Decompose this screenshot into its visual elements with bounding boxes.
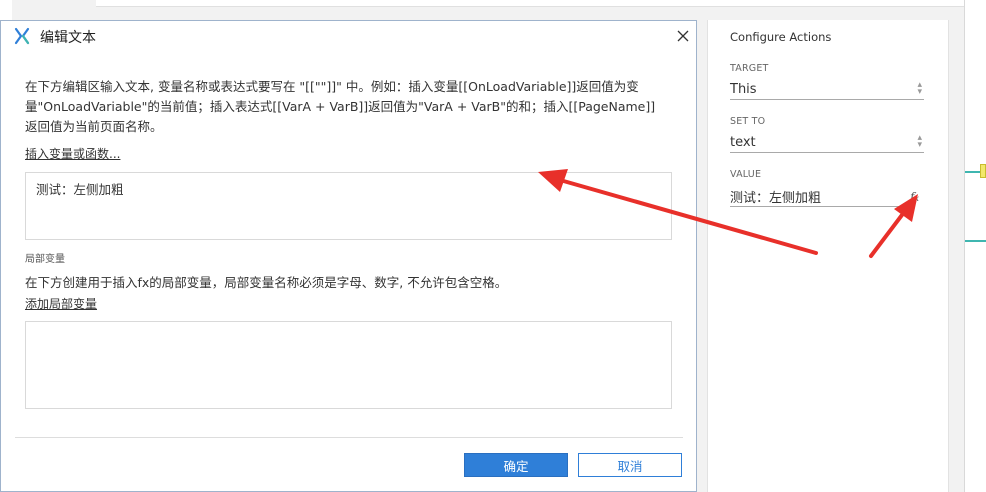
panel-title: Configure Actions [730,30,832,44]
set-to-label: SET TO [730,116,766,127]
updown-arrows-icon: ▴ ▾ [917,80,922,97]
value-field[interactable]: 测试：左侧加粗 [730,186,908,207]
background-top-strip [96,0,966,7]
cancel-button[interactable]: 取消 [578,453,682,477]
set-to-select[interactable]: text ▴ ▾ [730,132,924,153]
canvas-connector-line [965,240,986,242]
updown-arrows-icon: ▴ ▾ [917,133,922,150]
value-label: VALUE [730,169,762,180]
set-to-value: text [730,134,756,150]
local-variables-heading: 局部变量 [25,254,65,265]
text-editor-value: 测试：左侧加粗 [36,182,124,197]
footer-divider [15,437,683,438]
local-variables-list[interactable] [25,321,672,409]
canvas-widget-marker [980,164,986,178]
dialog-titlebar: 编辑文本 [1,21,696,51]
dialog-description: 在下方编辑区输入文本, 变量名称或表达式要写在 "[[""]]" 中。例如：插入… [25,79,656,134]
close-icon[interactable] [673,26,693,46]
axure-logo-icon [14,27,30,45]
local-variables-description: 在下方创建用于插入fx的局部变量，局部变量名称必须是字母、数字, 不允许包含空格… [25,275,508,290]
configure-actions-panel: Configure Actions TARGET This ▴ ▾ SET TO … [707,20,949,492]
insert-variable-link[interactable]: 插入变量或函数... [25,145,120,162]
target-value: This [730,81,757,97]
target-select[interactable]: This ▴ ▾ [730,79,924,100]
edit-text-dialog: 编辑文本 在下方编辑区输入文本, 变量名称或表达式要写在 "[[""]]" 中。… [0,20,697,492]
dialog-title: 编辑文本 [40,30,96,46]
fx-icon[interactable]: fx [910,190,919,204]
text-editor[interactable]: 测试：左侧加粗 [25,172,672,240]
value-text: 测试：左侧加粗 [730,190,822,206]
target-label: TARGET [730,63,769,74]
ok-button[interactable]: 确定 [464,453,568,477]
add-local-variable-link[interactable]: 添加局部变量 [25,295,97,312]
background-canvas-edge [964,0,986,492]
